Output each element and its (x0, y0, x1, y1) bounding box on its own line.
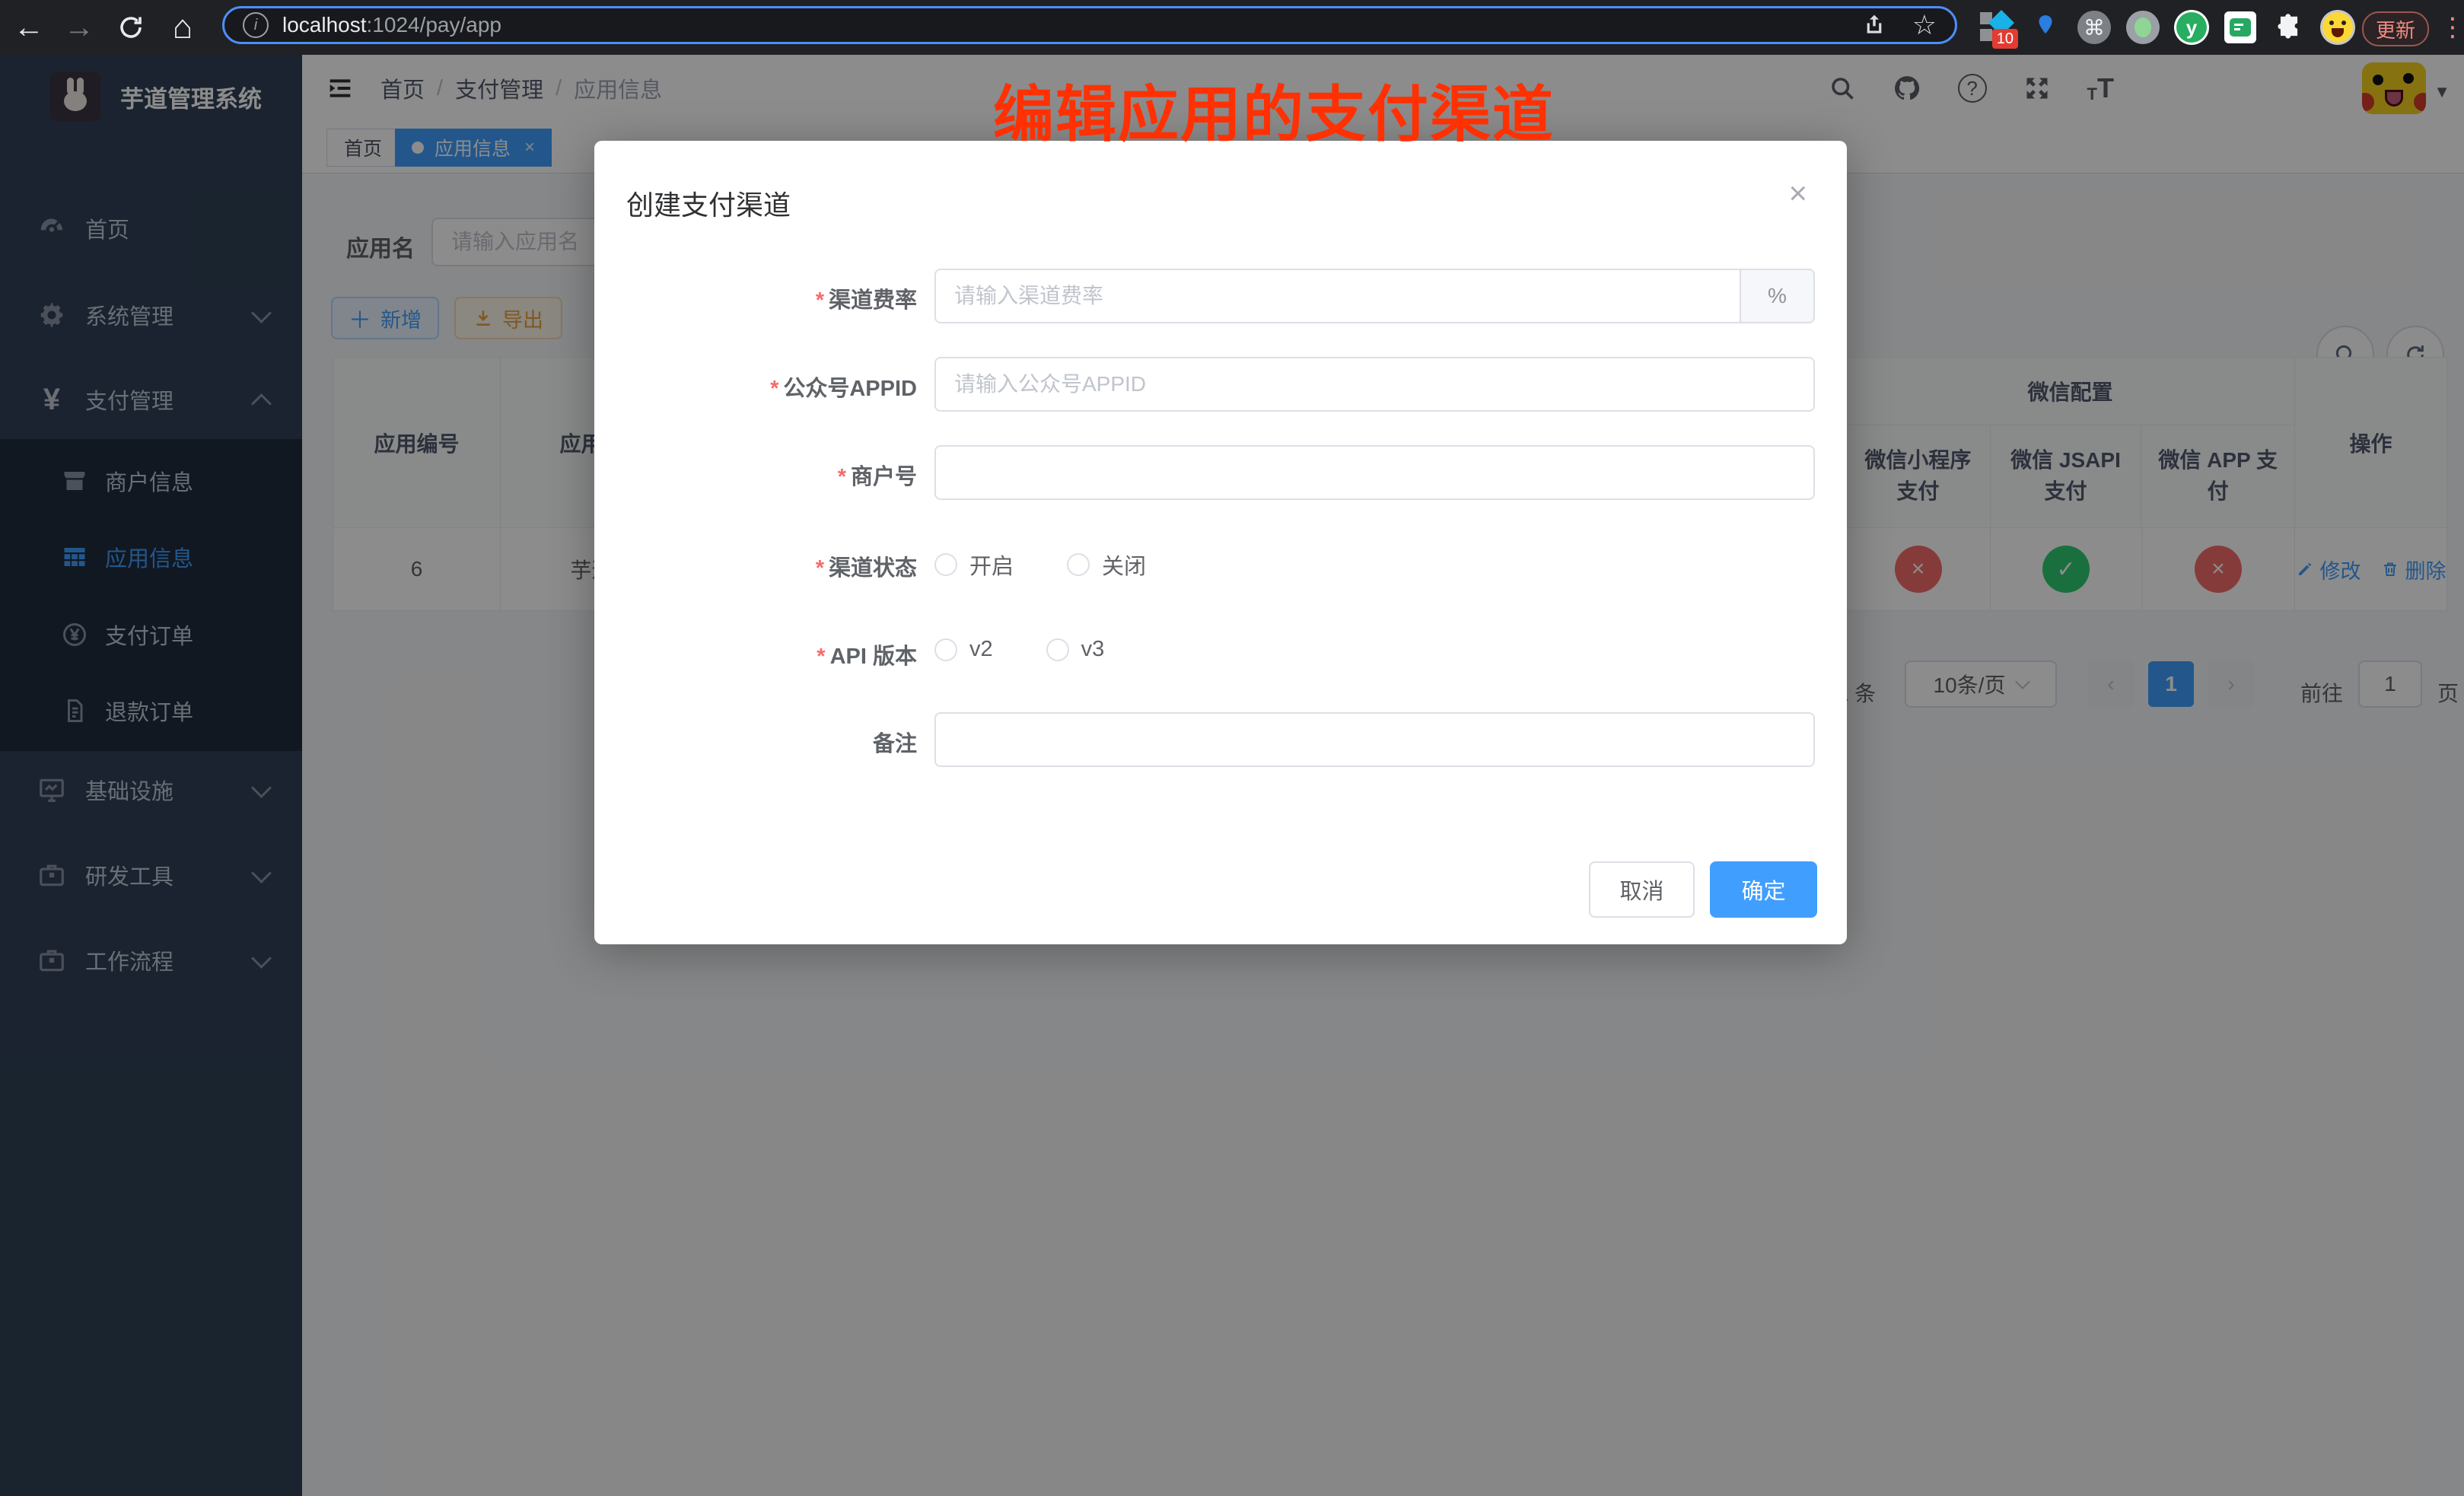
address-bar[interactable]: i localhost:1024/pay/app ☆ (222, 6, 1957, 44)
extension-diamond-icon[interactable]: 10 (1972, 0, 2021, 55)
browser-menu-icon[interactable]: ⋮ (2440, 0, 2464, 55)
browser-update-button[interactable]: 更新 (2362, 11, 2429, 46)
remark-input-group (934, 712, 1815, 767)
remark-label: 备注 (594, 726, 917, 758)
share-icon[interactable] (1862, 13, 1886, 37)
appid-label: *公众号APPID (594, 371, 917, 403)
dialog-close-icon[interactable]: × (1788, 177, 1807, 209)
radio-api-v2[interactable] (934, 638, 957, 661)
appid-input-group (934, 357, 1815, 412)
rate-input[interactable] (936, 270, 1740, 322)
extension-puzzle-icon[interactable] (2265, 0, 2313, 55)
bookmark-star-icon[interactable]: ☆ (1912, 9, 1937, 41)
merchant-label: *商户号 (594, 459, 917, 491)
browser-reload-icon[interactable] (110, 0, 152, 55)
extensions-row: 10 ⌘ y (1972, 0, 2362, 55)
merchant-input-group (934, 445, 1815, 500)
radio-status-off[interactable] (1067, 553, 1090, 576)
browser-forward-icon[interactable]: → (58, 0, 100, 55)
annotation-text: 编辑应用的支付渠道 (993, 65, 1555, 154)
dialog-title: 创建支付渠道 (626, 183, 791, 223)
rate-label: *渠道费率 (594, 282, 917, 314)
extension-command-icon[interactable]: ⌘ (2070, 0, 2119, 55)
appid-input[interactable] (936, 358, 1813, 410)
merchant-input[interactable] (936, 447, 1813, 498)
api-radio-group: v2 v3 (934, 637, 1104, 662)
browser-back-icon[interactable]: ← (8, 0, 50, 55)
remark-input[interactable] (936, 714, 1813, 766)
browser-home-icon[interactable]: ⌂ (161, 0, 204, 55)
browser-chrome: ← → ⌂ i localhost:1024/pay/app ☆ 10 ⌘ (0, 0, 2464, 55)
extension-chat-icon[interactable] (2216, 0, 2265, 55)
page-info-icon[interactable]: i (243, 12, 269, 38)
extension-y-icon[interactable]: y (2167, 0, 2216, 55)
confirm-button[interactable]: 确定 (1710, 861, 1817, 918)
extension-pin-icon[interactable] (2021, 0, 2070, 55)
extension-badge: 10 (1992, 29, 2018, 49)
rate-input-group: % (934, 269, 1815, 323)
percent-suffix: % (1740, 270, 1813, 322)
radio-api-v3[interactable] (1046, 638, 1069, 661)
cancel-button[interactable]: 取消 (1589, 861, 1695, 918)
radio-status-on[interactable] (934, 553, 957, 576)
create-pay-channel-dialog: 创建支付渠道 × *渠道费率 % *公众号APPID *商户号 *渠道状态 开启… (594, 141, 1847, 944)
extension-record-icon[interactable] (2119, 0, 2167, 55)
extension-emoji-icon[interactable] (2313, 0, 2362, 55)
status-radio-group: 开启 关闭 (934, 549, 1146, 581)
url-text: localhost:1024/pay/app (282, 13, 501, 37)
status-label: *渠道状态 (594, 550, 917, 582)
api-version-label: *API 版本 (594, 638, 917, 670)
